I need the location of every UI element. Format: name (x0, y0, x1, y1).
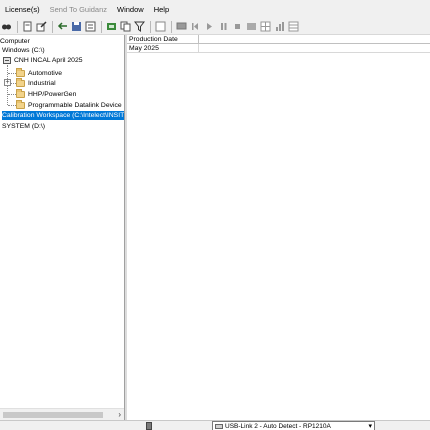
tree-item-computer[interactable]: Computer (0, 37, 30, 46)
menu-window[interactable]: Window (112, 0, 149, 19)
folder-icon (16, 68, 25, 77)
menu-bar: License(s) Send To Guidanz Window Help (0, 0, 430, 19)
tree-item-system-drive[interactable]: SYSTEM (D:\) (2, 122, 45, 131)
toolbar-separator (150, 20, 151, 33)
menu-send-to-guidanz[interactable]: Send To Guidanz (45, 0, 112, 19)
tree-connector (8, 94, 16, 95)
list-icon[interactable] (84, 20, 97, 33)
tree-item-industrial[interactable]: Industrial (16, 78, 56, 88)
chart-icon[interactable] (273, 20, 286, 33)
chevron-down-icon[interactable]: ▾ (368, 422, 372, 430)
document-icon[interactable] (21, 20, 34, 33)
adapter-icon (215, 424, 223, 429)
save-icon[interactable] (70, 20, 83, 33)
scroll-right-icon[interactable]: › (118, 410, 121, 420)
toolbar (0, 19, 430, 35)
tree-item-calibration-workspace[interactable]: Calibration Workspace (C:\Intelect\INSIT… (2, 111, 124, 120)
tree-item-programmable-datalink[interactable]: Programmable Datalink Device (16, 100, 122, 110)
tree-connector (8, 73, 16, 74)
tree-pane[interactable]: Computer Windows (C:\) CNH INCAL April 2… (0, 35, 124, 408)
find-icon[interactable] (0, 20, 13, 33)
stop-icon[interactable] (231, 20, 244, 33)
toolbar-separator (101, 20, 102, 33)
record-icon[interactable] (245, 20, 258, 33)
folder-icon (16, 78, 25, 87)
copy-icon[interactable] (119, 20, 132, 33)
column-header-row: Production Date (127, 35, 430, 44)
tree-item-windows-drive[interactable]: Windows (C:\) (2, 46, 45, 55)
column-header-production-date[interactable]: Production Date (128, 35, 199, 44)
toolbar-separator (17, 20, 18, 33)
calibration-list-pane: Production Date May 2025 (127, 35, 430, 420)
folder-icon (16, 89, 25, 98)
toolbar-separator (52, 20, 53, 33)
table-row[interactable]: May 2025 (127, 44, 430, 53)
toolbar-separator (171, 20, 172, 33)
pause-icon[interactable] (217, 20, 230, 33)
expand-icon[interactable]: + (4, 79, 11, 86)
table-cell: May 2025 (128, 44, 199, 53)
table-icon[interactable] (287, 20, 300, 33)
calibrate-icon[interactable] (105, 20, 118, 33)
folder-icon (16, 100, 25, 109)
filter-icon[interactable] (133, 20, 146, 33)
tree-item-hhp-powergen[interactable]: HHP/PowerGen (16, 89, 76, 99)
menu-help[interactable]: Help (149, 0, 174, 19)
tree-connector (8, 105, 16, 106)
product-icon (3, 57, 11, 64)
connection-icon (146, 422, 152, 430)
menu-license[interactable]: License(s) (0, 0, 45, 19)
monitor-icon[interactable] (175, 20, 188, 33)
edit-icon[interactable] (35, 20, 48, 33)
scrollbar-thumb[interactable] (3, 412, 103, 418)
grid-icon[interactable] (259, 20, 272, 33)
back-arrow-icon[interactable] (56, 20, 69, 33)
horizontal-scrollbar[interactable]: › (0, 408, 124, 420)
datalink-adapter-select[interactable]: USB-Link 2 - Auto Detect - RP1210A ▾ (212, 421, 375, 430)
tree-item-cnh-incal[interactable]: CNH INCAL April 2025 (3, 56, 83, 65)
play-icon[interactable] (203, 20, 216, 33)
status-bar: USB-Link 2 - Auto Detect - RP1210A ▾ (0, 420, 430, 430)
tree-item-automotive[interactable]: Automotive (16, 68, 62, 78)
skip-back-icon[interactable] (189, 20, 202, 33)
window-icon[interactable] (154, 20, 167, 33)
